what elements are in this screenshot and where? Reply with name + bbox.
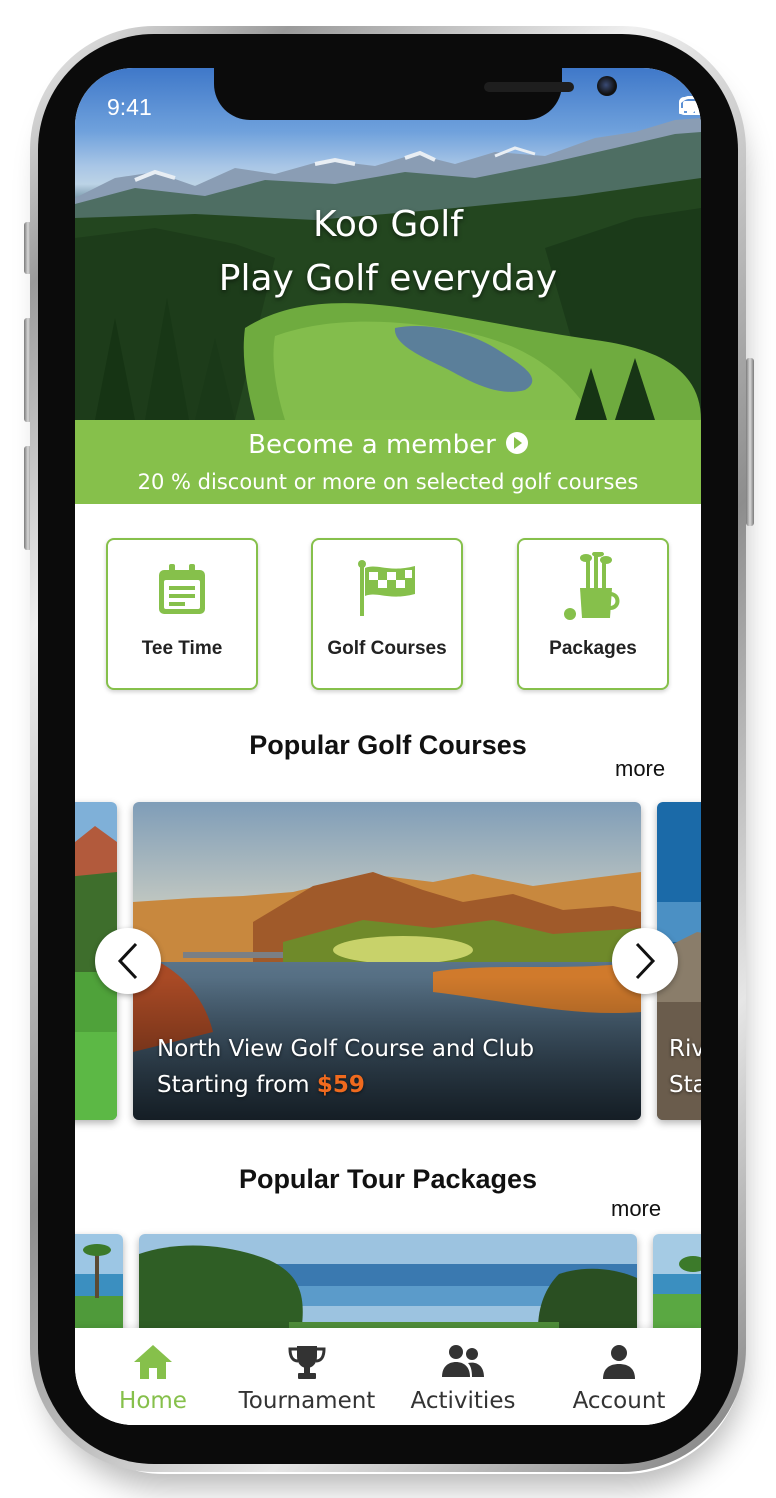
tab-tournament[interactable]: Tournament bbox=[229, 1328, 385, 1425]
power-button bbox=[746, 358, 754, 526]
app-tagline: Play Golf everyday bbox=[218, 258, 558, 299]
app-title: Koo Golf bbox=[313, 204, 463, 245]
course-name-next: Riv bbox=[669, 1036, 701, 1062]
course-price-line: Starting from $59 bbox=[157, 1072, 365, 1098]
course-card-current[interactable]: North View Golf Course and Club Starting… bbox=[133, 802, 641, 1120]
member-banner-subtitle: 20 % discount or more on selected golf c… bbox=[137, 470, 639, 494]
tab-account-label: Account bbox=[572, 1388, 666, 1414]
course-price: $59 bbox=[316, 1072, 365, 1098]
popular-packages-title: Popular Tour Packages bbox=[238, 1164, 538, 1194]
carousel-next-button[interactable] bbox=[612, 928, 678, 994]
chevron-left-icon bbox=[117, 942, 138, 980]
hero-banner: 9:41 Koo Golf Play Golf everyday bbox=[75, 68, 701, 420]
home-icon bbox=[134, 1345, 172, 1379]
checkered-flag-icon bbox=[358, 560, 415, 616]
member-banner[interactable]: Become a member 20 % discount or more on… bbox=[75, 420, 701, 504]
golf-courses-label: Golf Courses bbox=[327, 638, 447, 659]
golf-bag-icon bbox=[564, 552, 620, 620]
packages-label: Packages bbox=[549, 638, 637, 659]
speaker-grille bbox=[484, 82, 574, 92]
member-banner-title-text: Become a member bbox=[248, 430, 496, 460]
person-icon bbox=[603, 1345, 635, 1379]
tee-time-label: Tee Time bbox=[141, 638, 223, 659]
device-notch bbox=[214, 68, 617, 120]
course-price-next: Sta bbox=[669, 1072, 701, 1098]
tab-home[interactable]: Home bbox=[75, 1328, 231, 1425]
tee-time-tile[interactable]: Tee Time bbox=[106, 538, 258, 690]
trophy-icon bbox=[288, 1346, 326, 1379]
popular-packages-more-link[interactable]: more bbox=[611, 1196, 661, 1222]
popular-courses-more-link[interactable]: more bbox=[615, 756, 665, 782]
course-name: North View Golf Course and Club bbox=[157, 1036, 535, 1062]
people-icon bbox=[442, 1345, 484, 1377]
status-time: 9:41 bbox=[107, 94, 152, 120]
member-banner-title: Become a member bbox=[75, 430, 701, 460]
tab-account[interactable]: Account bbox=[541, 1328, 697, 1425]
carousel-prev-button[interactable] bbox=[95, 928, 161, 994]
app-screen: 9:41 Koo Golf Play Golf everyday Become … bbox=[75, 68, 701, 1425]
tab-activities[interactable]: Activities bbox=[385, 1328, 541, 1425]
chevron-right-icon bbox=[635, 942, 656, 980]
course-price-prefix: Starting from bbox=[157, 1072, 310, 1098]
golf-courses-tile[interactable]: Golf Courses bbox=[311, 538, 463, 690]
front-camera bbox=[597, 76, 617, 96]
play-circle-icon bbox=[505, 431, 528, 454]
battery-icon bbox=[679, 97, 701, 115]
tab-home-label: Home bbox=[119, 1388, 187, 1414]
calendar-icon bbox=[159, 564, 205, 614]
tab-activities-label: Activities bbox=[410, 1388, 516, 1414]
tab-tournament-label: Tournament bbox=[238, 1388, 376, 1414]
packages-tile[interactable]: Packages bbox=[517, 538, 669, 690]
popular-courses-title: Popular Golf Courses bbox=[249, 730, 527, 760]
bottom-tab-bar: Home Tournament Activities Account bbox=[75, 1328, 701, 1425]
